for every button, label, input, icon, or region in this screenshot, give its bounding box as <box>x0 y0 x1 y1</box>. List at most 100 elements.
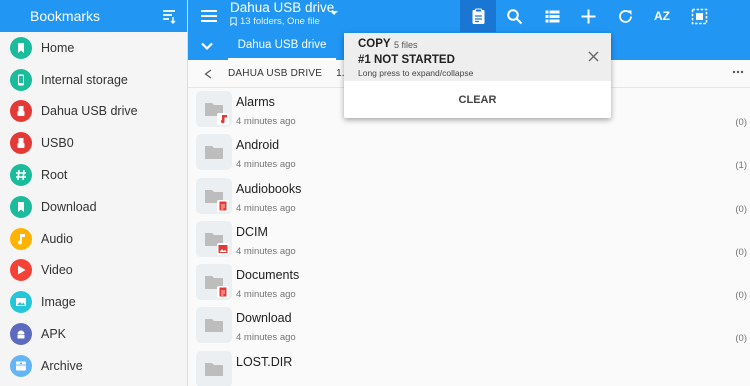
sidebar-item-dahua-usb-drive[interactable]: Dahua USB drive <box>0 96 187 128</box>
back-arrow-icon[interactable] <box>204 69 212 79</box>
folder-icon <box>196 134 232 171</box>
clear-button[interactable]: CLEAR <box>344 81 611 118</box>
file-count: (0) <box>735 290 747 302</box>
file-time: 4 minutes ago <box>236 332 296 344</box>
menu-icon[interactable] <box>200 7 218 25</box>
sidebar-item-label: Audio <box>41 231 73 246</box>
file-count: (0) <box>735 203 747 215</box>
music-icon <box>10 227 32 250</box>
sidebar-item-label: Internal storage <box>41 72 128 87</box>
android-icon <box>10 323 32 346</box>
file-time: 4 minutes ago <box>236 289 296 301</box>
operation-label: COPY <box>358 38 391 50</box>
sidebar-item-label: Download <box>41 199 97 214</box>
clipboard-button[interactable] <box>460 0 496 32</box>
refresh-button[interactable] <box>607 0 643 32</box>
sidebar: Bookmarks Home Internal storage Dahua US… <box>0 0 188 386</box>
copy-operation-popup[interactable]: COPY 5 files #1 NOT STARTED Long press t… <box>344 33 611 118</box>
bookmark-outline-icon <box>230 17 237 26</box>
sidebar-item-label: Root <box>41 168 68 183</box>
sidebar-item-apk[interactable]: APK <box>0 318 187 350</box>
list-item[interactable]: LOST.DIR <box>188 348 750 386</box>
operation-file-count: 5 files <box>394 40 418 50</box>
sidebar-item-label: Video <box>41 263 73 278</box>
sidebar-item-label: Dahua USB drive <box>41 104 138 119</box>
file-count: (0) <box>735 117 747 128</box>
sidebar-item-archive[interactable]: Archive <box>0 350 187 382</box>
toolbar-subtitle: 13 folders, One file <box>230 16 320 27</box>
sort-az-button[interactable]: AZ <box>644 0 680 32</box>
list-item[interactable]: Documents 4 minutes ago (0) <box>188 261 750 304</box>
sidebar-item-label: Archive <box>41 358 83 373</box>
sidebar-item-label: Home <box>41 40 75 55</box>
sidebar-item-download[interactable]: Download <box>0 191 187 223</box>
plus-icon <box>581 9 595 23</box>
breadcrumb-label[interactable]: DAHUA USB DRIVE <box>228 68 322 79</box>
usb-icon <box>10 100 32 123</box>
sidebar-item-label: APK <box>41 327 67 342</box>
file-name: Alarms <box>236 95 275 109</box>
sidebar-item-label: Image <box>41 295 76 310</box>
sidebar-item-label: USB0 <box>41 136 74 151</box>
bookmark-icon <box>10 195 32 218</box>
operation-status: #1 NOT STARTED <box>358 54 455 66</box>
document-badge-icon <box>217 286 229 299</box>
sort-az-label: AZ <box>654 9 670 23</box>
toolbar: Dahua USB drive 13 folders, One file AZ <box>188 0 750 32</box>
file-time: 4 minutes ago <box>236 116 296 127</box>
toolbar-title[interactable]: Dahua USB drive <box>230 0 334 15</box>
select-all-icon <box>691 8 707 24</box>
file-count: (0) <box>735 333 747 345</box>
more-horizontal-icon[interactable] <box>732 70 744 74</box>
list-item[interactable]: Audiobooks 4 minutes ago (0) <box>188 175 750 218</box>
toolbar-subtitle-text: 13 folders, One file <box>240 16 320 27</box>
image-badge-icon <box>217 242 229 255</box>
play-icon <box>10 259 32 282</box>
file-count: (1) <box>735 160 747 172</box>
popup-header[interactable]: COPY 5 files #1 NOT STARTED Long press t… <box>344 33 611 81</box>
view-mode-button[interactable] <box>534 0 570 32</box>
refresh-icon <box>618 9 632 23</box>
phone-icon <box>10 68 32 91</box>
sidebar-item-image[interactable]: Image <box>0 286 187 318</box>
add-button[interactable] <box>570 0 606 32</box>
file-name: Download <box>236 311 292 326</box>
document-badge-icon <box>217 199 229 212</box>
sidebar-item-internal-storage[interactable]: Internal storage <box>0 64 187 96</box>
list-item[interactable]: Download 4 minutes ago (0) <box>188 304 750 347</box>
music-badge-icon <box>217 113 229 125</box>
sidebar-item-audio[interactable]: Audio <box>0 223 187 255</box>
file-name: Audiobooks <box>236 181 302 196</box>
file-count: (0) <box>735 246 747 258</box>
usb-icon <box>10 132 32 155</box>
close-icon[interactable] <box>588 51 599 62</box>
file-name: LOST.DIR <box>236 354 293 369</box>
bookmark-icon <box>10 36 32 59</box>
sidebar-item-video[interactable]: Video <box>0 255 187 287</box>
sidebar-header: Bookmarks <box>0 0 187 32</box>
caret-down-icon[interactable] <box>329 8 339 18</box>
sidebar-item-usb0[interactable]: USB0 <box>0 127 187 159</box>
select-button[interactable] <box>681 0 717 32</box>
list-item[interactable]: DCIM 4 minutes ago (0) <box>188 218 750 261</box>
file-time: 4 minutes ago <box>236 202 296 214</box>
chevron-down-icon[interactable] <box>200 40 214 52</box>
sort-icon[interactable] <box>161 8 177 24</box>
sidebar-title: Bookmarks <box>30 8 101 24</box>
list-item[interactable]: Android 4 minutes ago (1) <box>188 131 750 174</box>
hash-icon <box>10 164 32 187</box>
file-name: DCIM <box>236 224 268 239</box>
sidebar-item-root[interactable]: Root <box>0 159 187 191</box>
search-button[interactable] <box>496 0 532 32</box>
clipboard-icon <box>472 8 484 24</box>
file-name: Android <box>236 138 280 153</box>
tab-dahua-usb-drive[interactable]: Dahua USB drive <box>228 32 336 60</box>
search-icon <box>506 8 522 24</box>
file-time: 4 minutes ago <box>236 245 296 257</box>
file-time: 4 minutes ago <box>236 159 296 171</box>
list-view-icon <box>545 10 559 22</box>
folder-icon <box>196 350 232 386</box>
sidebar-list: Home Internal storage Dahua USB drive US… <box>0 32 187 382</box>
sidebar-item-home[interactable]: Home <box>0 32 187 64</box>
archive-icon <box>10 354 32 377</box>
